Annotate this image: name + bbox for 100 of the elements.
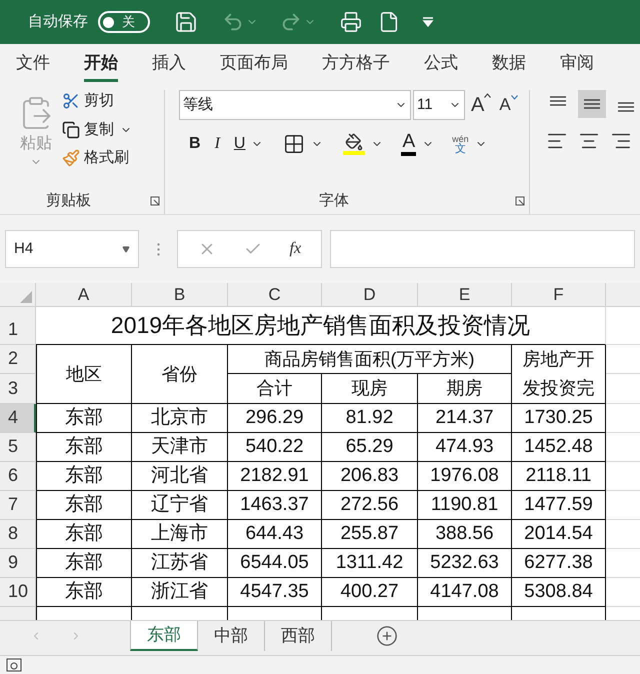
header-cell: 合计 [228,374,322,404]
table-cell: 浙江省 [132,578,228,607]
save-icon[interactable] [174,10,198,34]
macro-record-icon[interactable] [6,658,22,672]
caret-up-icon [484,93,492,98]
ribbon-tab[interactable]: 文件 [16,50,50,82]
phonetic-button[interactable]: wén 文 [452,134,469,154]
vertical-align-button[interactable] [578,90,606,118]
table-cell: 2014.54 [512,520,606,549]
group-label: 剪贴板 [46,190,91,211]
table-cell: 1452.48 [512,433,606,462]
ribbon-tab[interactable]: 公式 [424,50,458,82]
row-number[interactable]: 5 [0,433,36,462]
insert-function-button[interactable]: fx [290,237,302,261]
new-file-icon[interactable] [378,11,400,33]
corner-triangle-icon [20,291,32,303]
row-number[interactable]: 6 [0,462,36,491]
table-cell: 东部 [36,578,132,607]
table-cell: 5308.84 [512,578,606,607]
dialog-launcher-icon[interactable] [150,196,160,206]
table-cell: 474.93 [418,433,512,462]
copy-button[interactable]: 复制 [62,118,114,141]
sheet-tab[interactable]: 中部 [198,621,265,651]
cut-button[interactable]: 剪切 [62,90,132,112]
autosave-toggle[interactable]: 关 [98,11,150,33]
table-cell: 65.29 [322,433,418,462]
row-number[interactable]: 8 [0,520,36,549]
table-cell: 2118.11 [512,462,606,491]
header-cell: 现房 [322,374,418,404]
sheet-tab[interactable]: 西部 [265,621,332,651]
row-number[interactable]: 2 [0,345,36,374]
table-cell: 东部 [36,549,132,578]
ribbon-tab[interactable]: 数据 [492,50,526,82]
paintbrush-icon [62,149,80,168]
table-title: 2019年各地区房地产销售面积及投资情况 [36,307,606,345]
shrink-font-button[interactable]: A [499,92,518,118]
font-size-field[interactable]: 11 [413,90,465,120]
table-cell: 1730.25 [512,404,606,433]
grow-font-button[interactable]: A [471,90,492,120]
font-name-field[interactable]: 等线 [179,90,411,120]
table-cell: 东部 [36,462,132,491]
name-box[interactable]: H4 [5,230,139,268]
copy-icon [62,120,80,139]
caret-icon [122,245,130,253]
column-header[interactable]: B [132,283,228,307]
scissors-icon [62,92,80,110]
row-number[interactable]: 7 [0,491,36,520]
table-cell: 5232.63 [418,549,512,578]
column-header[interactable]: C [228,283,322,307]
caret-down-icon [510,95,518,100]
table-cell: 6544.05 [228,549,322,578]
table-cell: 400.27 [322,578,418,607]
column-header[interactable]: D [322,283,418,307]
autosave-label: 自动保存 [28,12,88,32]
table-cell: 东部 [36,433,132,462]
print-preview-icon[interactable] [340,11,362,33]
column-header[interactable]: E [418,283,512,307]
table-cell: 1976.08 [418,462,512,491]
sheet-tab[interactable]: 东部 [130,621,198,651]
customize-toolbar-icon[interactable] [422,17,434,27]
font-color-button[interactable]: A [401,132,416,156]
table-cell: 1463.37 [228,491,322,520]
ribbon-tab[interactable]: 页面布局 [220,50,288,82]
row-number[interactable]: 4 [0,404,36,433]
color-bar-icon [343,151,366,155]
row-number[interactable]: 9 [0,549,36,578]
table-cell: 388.56 [418,520,512,549]
table-cell: 上海市 [132,520,228,549]
table-cell: 东部 [36,404,132,433]
grip-dots-icon[interactable] [156,242,160,256]
table-cell: 辽宁省 [132,491,228,520]
table-cell: 东部 [36,491,132,520]
ribbon-tab[interactable]: 插入 [152,50,186,82]
table-cell: 540.22 [228,433,322,462]
group-label: 字体 [319,190,349,211]
table-cell: 江苏省 [132,549,228,578]
column-header[interactable]: A [36,283,132,307]
paste-label: 粘贴 [20,134,52,154]
table-cell: 河北省 [132,462,228,491]
row-number[interactable]: 1 [0,307,36,345]
underline-button[interactable]: U [234,132,246,156]
borders-icon[interactable] [283,133,306,155]
italic-button[interactable]: I [214,132,220,156]
column-header[interactable]: F [512,283,606,307]
row-number[interactable]: 10 [0,578,36,607]
paint-bucket-icon [345,133,364,151]
table-cell: 644.43 [228,520,322,549]
formula-input[interactable] [330,230,635,268]
ribbon-tab[interactable]: 审阅 [560,50,594,82]
format-painter-button[interactable]: 格式刷 [62,147,132,170]
table-cell: 255.87 [322,520,418,549]
add-sheet-icon[interactable] [376,625,398,647]
bold-button[interactable]: B [189,132,201,156]
fill-color-button[interactable] [343,133,366,155]
ribbon-tab[interactable]: 方方格子 [322,50,390,82]
dialog-launcher-icon[interactable] [515,196,525,206]
table-cell: 北京市 [132,404,228,433]
row-number[interactable]: 3 [0,374,36,404]
table-cell: 1311.42 [322,549,418,578]
table-cell: 81.92 [322,404,418,433]
